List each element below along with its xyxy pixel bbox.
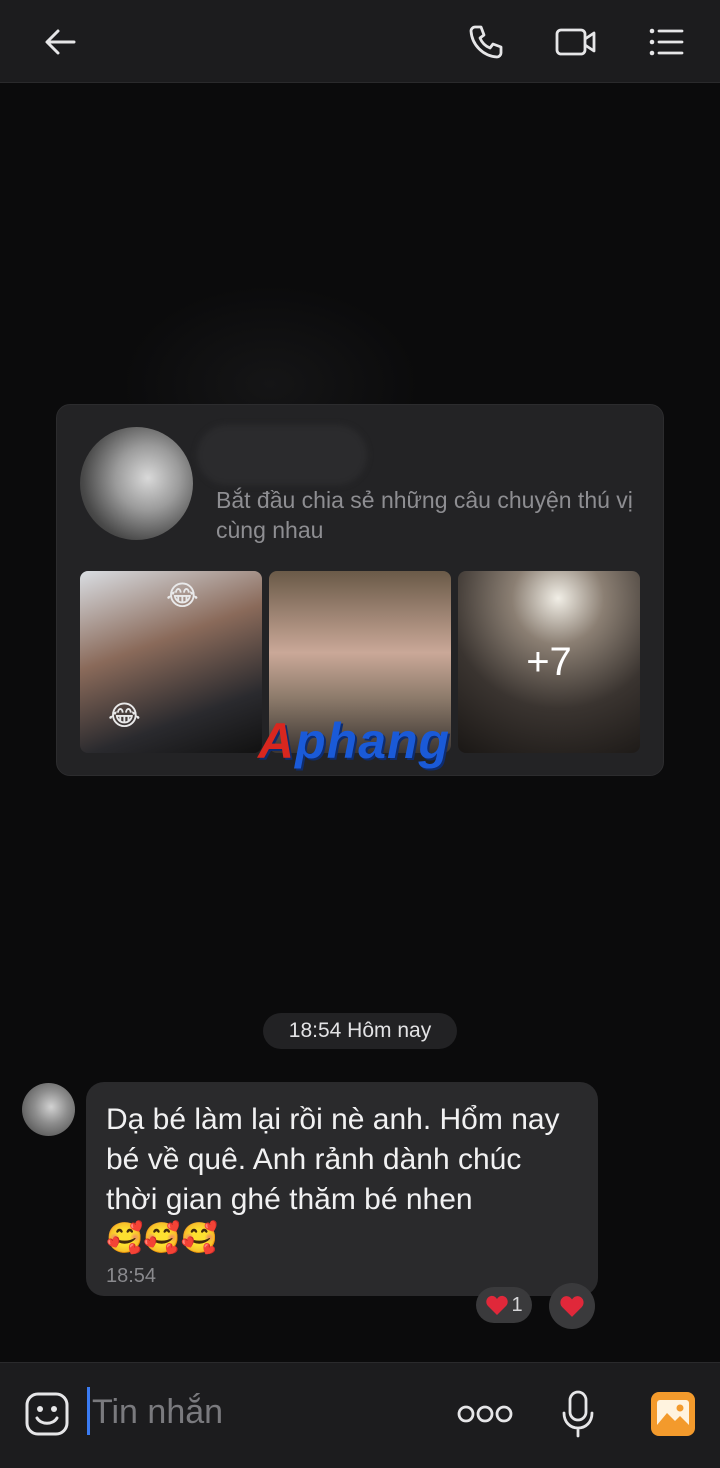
video-call-button[interactable] [552, 18, 600, 66]
profile-photo-3[interactable]: +7 [458, 571, 640, 753]
message-input-bar [0, 1362, 720, 1468]
phone-icon [469, 25, 503, 59]
back-arrow-icon [45, 29, 76, 55]
date-divider: 18:54 Hôm nay [263, 1013, 457, 1049]
message-time: 18:54 [106, 1265, 157, 1287]
message-input[interactable] [92, 1389, 432, 1435]
profile-name-redacted [197, 425, 367, 485]
send-image-button[interactable] [650, 1391, 696, 1437]
profile-avatar[interactable] [80, 427, 193, 540]
message-bubble[interactable]: Dạ bé làm lại rồi nè anh. Hổm nay bé về … [86, 1082, 598, 1296]
list-menu-icon [649, 28, 684, 56]
sender-avatar[interactable] [22, 1083, 75, 1136]
image-gallery-icon [651, 1392, 695, 1436]
watermark-logo: Aphang [258, 713, 451, 769]
sticker-button[interactable] [24, 1391, 70, 1437]
smiley-sticker-icon [25, 1392, 69, 1436]
text-cursor [87, 1387, 90, 1435]
message-emojis: 🥰🥰🥰 [106, 1222, 219, 1255]
top-bar [0, 0, 720, 83]
react-heart-button[interactable] [549, 1283, 595, 1329]
message-text: Dạ bé làm lại rồi nè anh. Hổm nay bé về … [106, 1103, 560, 1216]
laughing-face-sticker: 😂 [166, 580, 199, 611]
laughing-face-sticker: 😂 [108, 700, 141, 731]
microphone-icon [562, 1390, 594, 1438]
profile-photo-1[interactable]: 😂 😂 [80, 571, 262, 753]
more-options-button[interactable] [456, 1397, 514, 1431]
voice-call-button[interactable] [462, 18, 510, 66]
profile-description: Bắt đầu chia sẻ những câu chuyện thú vị … [216, 487, 633, 543]
options-menu-button[interactable] [642, 18, 690, 66]
video-call-icon [555, 28, 596, 56]
reaction-summary[interactable]: 1 [476, 1287, 532, 1323]
more-dots-icon [457, 1405, 513, 1423]
more-photos-count: +7 [526, 639, 572, 684]
heart-icon [560, 1296, 584, 1317]
voice-message-button[interactable] [560, 1389, 596, 1439]
heart-icon [486, 1295, 509, 1315]
reaction-count: 1 [511, 1293, 523, 1316]
back-button[interactable] [36, 18, 84, 66]
